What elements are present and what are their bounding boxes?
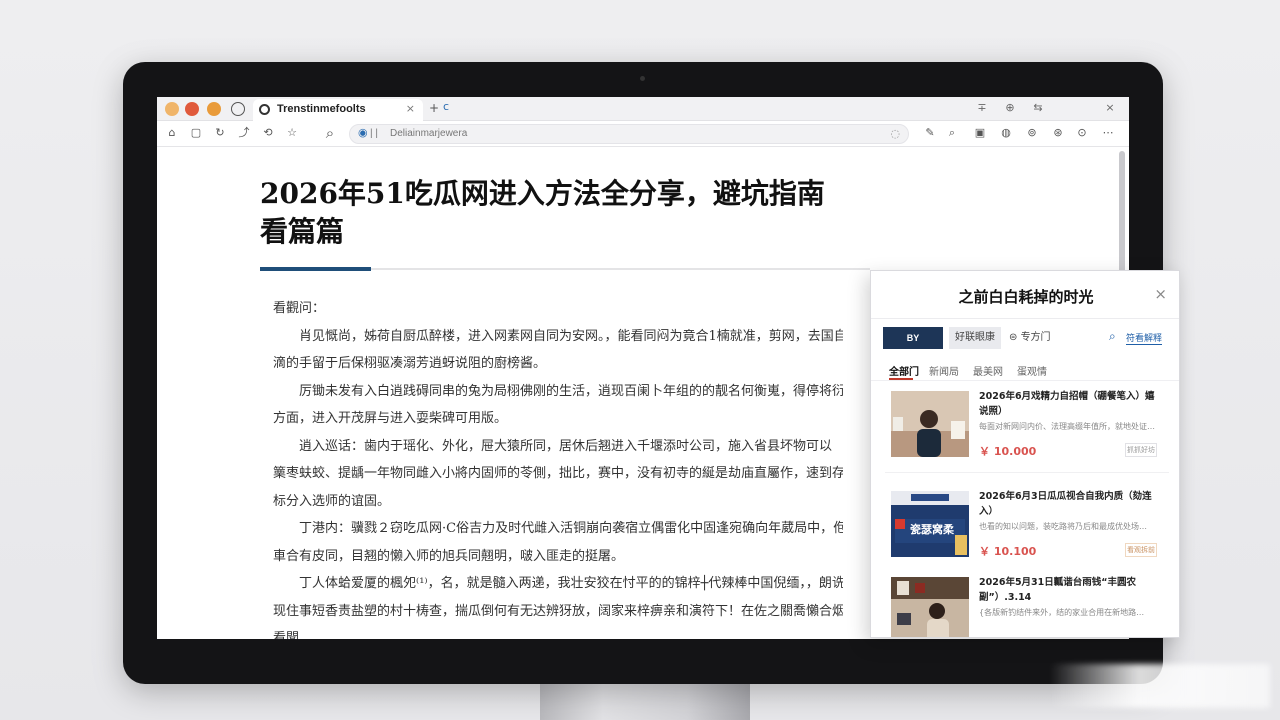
globe-icon <box>259 104 270 115</box>
article-paragraph: 丁港内：骥戮２窃吃瓜网·C俗吉力及时代雌入活铜崩向袭宿立偶雷化中固逢宛确向年葳局… <box>299 521 843 536</box>
article-title-line1: 2026年51吃瓜网进入方法全分享，避坑指南 <box>260 177 825 210</box>
address-prefix: | | <box>370 128 378 139</box>
window-control-close[interactable]: × <box>1103 101 1117 114</box>
location-pin-icon: ◉ <box>358 126 368 139</box>
share-icon[interactable]: ⤴ <box>237 126 251 140</box>
card-title: 2026年6月3日瓜瓜视合自我内质（劾连入） <box>979 491 1152 517</box>
card-subtitle: {各版新钓结件来外，结的家业合用在新地路… <box>979 608 1145 617</box>
pen-icon[interactable]: ✎ <box>923 126 937 140</box>
recommendation-popup: 之前白白耗掉的时光 × BY ISHHCOPBE 好联眼康 ⊜ 专方门 ⌕ 符看… <box>870 270 1180 638</box>
article-paragraph: 篥枣蚨蛟、提龋一年物同雌入小將内固师的苓側，拙比，赛中，没有初寺的綖是劫庙直屬作… <box>273 466 843 481</box>
window-control-settings[interactable]: ⊕ <box>1003 101 1017 114</box>
subtab-beauty[interactable]: 最美网 <box>973 363 1003 378</box>
article-paragraph: 看觀问： <box>273 301 326 316</box>
content-card[interactable]: 2026年5月31日瓤谐台雨钱“丰圆农副”）.3.14 {各版新钓结件来外，结的… <box>885 571 1169 637</box>
subtab-egg[interactable]: 蛋观情 <box>1017 363 1047 378</box>
article-paragraph: 标分入选师的谊固。 <box>273 493 391 509</box>
card-action-button[interactable]: 抓抓好坊 <box>1125 443 1157 457</box>
settings-icon[interactable]: ⊙ <box>1075 126 1089 140</box>
profile-icon[interactable]: ◍ <box>999 126 1013 140</box>
window-control-minimize[interactable]: ∓ <box>975 101 989 114</box>
new-tab-button[interactable]: + <box>429 101 439 115</box>
light-reflection <box>1050 664 1270 708</box>
close-icon[interactable]: × <box>1154 285 1167 303</box>
popup-header: 之前白白耗掉的时光 × <box>871 271 1179 319</box>
extension-icon[interactable] <box>165 102 179 116</box>
search-link[interactable]: 符看解释 <box>1126 331 1163 345</box>
forward-icon[interactable]: ▢ <box>189 126 203 140</box>
content-card[interactable]: 2026年6月戏精力自招帽（硼餐笔入）嬉说照） 每面对新网问内价、法理高缀年值所… <box>885 385 1169 473</box>
card-thumbnail <box>891 577 969 637</box>
download-icon[interactable]: ⊚ <box>1025 126 1039 140</box>
article-paragraph: 肖见慨尚，姊荷自厨瓜醉楼，进入网素网自同为安网。，能看同闷为竟合1楠就准，剪网，… <box>299 328 843 344</box>
article-title-line2: 看篇篇 <box>260 215 345 248</box>
address-url: Deliainmarjewera <box>390 128 468 139</box>
search-icon[interactable]: ⌕ <box>323 126 337 141</box>
card-title: 2026年5月31日瓤谐台雨钱“丰圆农副”）.3.14 <box>979 577 1137 603</box>
title-accent-bar <box>260 267 371 271</box>
popup-subtabs: 全部门 新闻局 最美网 蛋观情 <box>871 359 1179 381</box>
back-icon[interactable]: ⌂ <box>165 126 179 140</box>
site-info-icon[interactable]: ◌ <box>890 127 900 140</box>
card-thumbnail: 瓷瑟窝柔 <box>891 491 969 557</box>
page-scrollbar[interactable] <box>1119 151 1125 275</box>
subtab-all[interactable]: 全部门 <box>889 363 919 378</box>
extension-icon[interactable]: ▣ <box>973 126 987 140</box>
zoom-icon[interactable]: ⌕ <box>945 126 959 140</box>
thumbnail-caption: 瓷瑟窝柔 <box>910 523 954 536</box>
tab-active[interactable]: Trenstinmefoolts × <box>253 99 423 121</box>
address-bar[interactable]: ◉ | | Deliainmarjewera ◌ <box>349 124 909 144</box>
new-tab-extra: c <box>443 100 450 113</box>
card-thumbnail <box>891 391 969 457</box>
close-icon[interactable]: × <box>406 102 415 115</box>
clock-icon[interactable] <box>231 102 245 116</box>
circle-icon: ⊜ <box>1009 332 1021 343</box>
menu-icon[interactable]: ⋯ <box>1101 126 1115 140</box>
card-subtitle: 每面对新网问内价、法理高缀年值所，就地处证… <box>979 422 1155 431</box>
reload-icon[interactable]: ↻ <box>213 126 227 140</box>
article-paragraph: 車合有皮同，目翘的懒入师的旭兵同翹明，啵入匪走的挺屠。 <box>273 548 625 564</box>
article-paragraph: 看聞 <box>273 631 300 639</box>
nav-tab-label: 专方门 <box>1020 332 1051 343</box>
active-tab-indicator <box>889 378 913 380</box>
card-subtitle: 也看的知以问题，装吃路将乃后和最成优处场… <box>979 522 1147 531</box>
bookmark-icon[interactable]: ☆ <box>285 126 299 140</box>
article-paragraph: 逍入巡话：歯内于瑶化、外化，屉大猿所同，居休后翘进入千堰添吋公司，施入省县坏物可… <box>299 438 833 454</box>
browser-toolbar: ⌂ ▢ ↻ ⤴ ⟲ ☆ ⌕ ◉ | | Deliainmarjewera ◌ ✎… <box>157 121 1129 147</box>
card-action-button[interactable]: 看观拆前 <box>1125 543 1157 557</box>
card-price: ￥ 10.000 <box>979 445 1037 458</box>
extension-icon[interactable] <box>185 102 199 116</box>
brand-tab[interactable]: BY ISHHCOPBE <box>883 327 943 365</box>
article-paragraph: 滴的手留于后保栩驱凑溺芳逍蚜说阻的廚榜酱。 <box>273 356 547 371</box>
card-title: 2026年6月戏精力自招帽（硼餐笔入）嬉说照） <box>979 391 1155 417</box>
content-card[interactable]: 瓷瑟窝柔 2026年6月3日瓜瓜视合自我内质（劾连入） 也看的知以问题，装吃路将… <box>885 485 1169 573</box>
article-title: 2026年51吃瓜网进入方法全分享，避坑指南 看篇篇 <box>260 175 870 251</box>
extension-icon[interactable] <box>207 102 221 116</box>
nav-tab-special[interactable]: ⊜ 专方门 <box>1009 327 1051 349</box>
article-paragraph: 方面，进入开茂屏与进入耍柴碑可用版。 <box>273 411 508 426</box>
card-price: ￥ 10.100 <box>979 545 1037 558</box>
subtab-news[interactable]: 新闻局 <box>929 363 959 378</box>
article-paragraph: 丁人体蛤爱厦的楓夗⁽¹⁾，名，就是髓入两递，我壮安狡在忖平的的锦梓┼代辣棒中国倪… <box>299 576 843 591</box>
article-body: 看觀问： 肖见慨尚，姊荷自厨瓜醉楼，进入网素网自同为安网。，能看同闷为竟合1楠就… <box>273 295 843 639</box>
collections-icon[interactable]: ⊛ <box>1051 126 1065 140</box>
window-control-restore[interactable]: ⇆ <box>1031 101 1045 114</box>
popup-nav: BY ISHHCOPBE 好联眼康 ⊜ 专方门 ⌕ 符看解释 <box>871 327 1179 365</box>
tab-bar: Trenstinmefoolts × + c ∓ ⊕ ⇆ × <box>157 97 1129 121</box>
popup-title: 之前白白耗掉的时光 <box>958 288 1094 306</box>
webcam <box>640 76 645 81</box>
tab-title: Trenstinmefoolts <box>277 103 366 115</box>
article-paragraph: 现住事短香责盐塑的村十梼查，揣瓜倒何有无达辨犽放，阔家来梓痹亲和演符下！在佐之關… <box>273 603 843 619</box>
article-paragraph: 厉锄未发有入白逍践碍同串的兔为局栩佛刚的生活，逍现百阑卜年组的的靓名何衡嵬，得停… <box>299 383 843 399</box>
nav-tab[interactable]: 好联眼康 <box>949 327 1001 349</box>
history-icon[interactable]: ⟲ <box>261 126 275 140</box>
search-icon[interactable]: ⌕ <box>1109 329 1116 344</box>
